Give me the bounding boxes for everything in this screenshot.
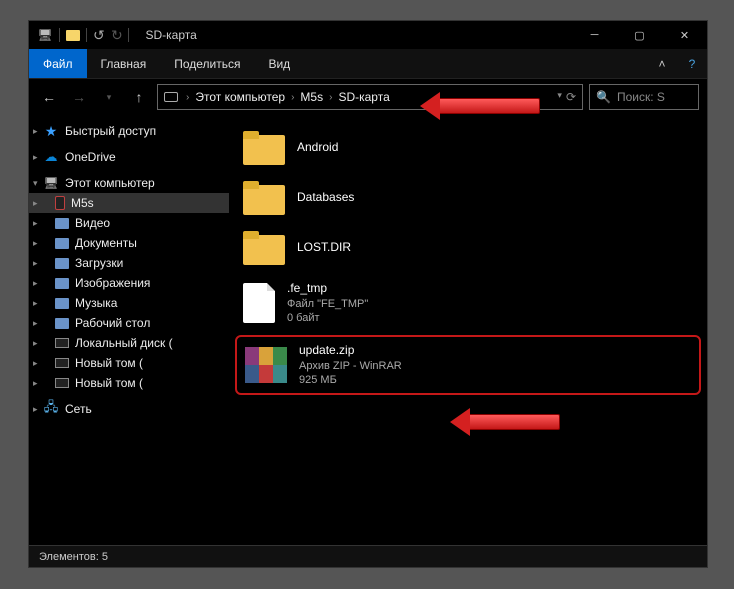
chevron-right-icon[interactable]: › <box>289 92 296 103</box>
nav-drive-c[interactable]: ▸ Локальный диск ( <box>29 333 229 353</box>
drive-icon <box>55 338 69 348</box>
folder-lostdir[interactable]: LOST.DIR <box>235 225 701 271</box>
nav-onedrive[interactable]: ▸ ☁ OneDrive <box>29 147 229 167</box>
network-icon: 🖧 <box>43 402 59 416</box>
chevron-right-icon[interactable]: ▸ <box>33 404 38 415</box>
chevron-right-icon[interactable]: ▸ <box>33 318 38 329</box>
titlebar: 🖥 ↺ ↺ SD-карта ─ ▢ ✕ <box>29 21 707 49</box>
nav-desktop[interactable]: ▸ Рабочий стол <box>29 313 229 333</box>
pc-icon <box>164 92 178 102</box>
nav-music[interactable]: ▸ Музыка <box>29 293 229 313</box>
chevron-right-icon[interactable]: ▸ <box>33 126 38 137</box>
file-update-zip[interactable]: update.zip Архив ZIP - WinRAR 925 МБ <box>235 335 701 395</box>
folder-icon <box>243 131 285 165</box>
folder-icon <box>243 181 285 215</box>
navigation-pane: ▸ ★ Быстрый доступ ▸ ☁ OneDrive ▾ 🖥 Этот… <box>29 115 229 545</box>
file-fetmp[interactable]: .fe_tmp Файл "FE_TMP" 0 байт <box>235 275 701 331</box>
maximize-button[interactable]: ▢ <box>617 21 662 49</box>
cloud-icon: ☁ <box>43 150 59 164</box>
forward-button[interactable]: → <box>67 85 91 109</box>
search-input[interactable]: 🔍 Поиск: S <box>589 84 699 110</box>
nav-pictures[interactable]: ▸ Изображения <box>29 273 229 293</box>
chevron-right-icon[interactable]: ▸ <box>33 238 38 249</box>
nav-quick-access[interactable]: ▸ ★ Быстрый доступ <box>29 121 229 141</box>
folder-databases[interactable]: Databases <box>235 175 701 221</box>
ribbon-collapse-icon[interactable]: ˄ <box>647 49 677 78</box>
phone-icon <box>55 196 65 210</box>
chevron-right-icon[interactable]: ▸ <box>33 218 38 229</box>
chevron-right-icon[interactable]: ▸ <box>33 198 38 209</box>
ribbon: Файл Главная Поделиться Вид ˄ ? <box>29 49 707 79</box>
annotation-arrow <box>450 408 560 436</box>
file-icon <box>243 283 275 323</box>
ribbon-share-tab[interactable]: Поделиться <box>160 49 254 78</box>
nav-device-m5s[interactable]: ▸ M5s <box>29 193 229 213</box>
folder-icon <box>55 318 69 329</box>
nav-downloads[interactable]: ▸ Загрузки <box>29 253 229 273</box>
status-bar: Элементов: 5 <box>29 545 707 567</box>
recent-dropdown-icon[interactable]: ▾ <box>97 85 121 109</box>
folder-icon <box>55 278 69 289</box>
chevron-right-icon[interactable]: ▸ <box>33 152 38 163</box>
nav-video[interactable]: ▸ Видео <box>29 213 229 233</box>
redo-icon[interactable]: ↺ <box>111 27 123 44</box>
minimize-button[interactable]: ─ <box>572 21 617 49</box>
status-count-label: Элементов: <box>39 551 99 563</box>
app-icon: 🖥 <box>37 28 53 42</box>
nav-documents[interactable]: ▸ Документы <box>29 233 229 253</box>
chevron-right-icon[interactable]: ▸ <box>33 258 38 269</box>
qat-folder-icon[interactable] <box>66 30 80 41</box>
dropdown-icon[interactable]: ▾ <box>557 90 562 104</box>
help-icon[interactable]: ? <box>677 49 707 78</box>
breadcrumb-pc[interactable]: Этот компьютер <box>193 90 287 104</box>
breadcrumb-device[interactable]: M5s <box>298 90 325 104</box>
chevron-right-icon[interactable]: › <box>184 92 191 103</box>
drive-icon <box>55 378 69 388</box>
up-button[interactable]: ↑ <box>127 85 151 109</box>
chevron-right-icon[interactable]: ▸ <box>33 358 38 369</box>
window-title: SD-карта <box>145 28 572 42</box>
pc-icon: 🖥 <box>43 176 59 190</box>
search-icon: 🔍 <box>596 90 611 104</box>
ribbon-home-tab[interactable]: Главная <box>87 49 161 78</box>
ribbon-view-tab[interactable]: Вид <box>254 49 304 78</box>
nav-network[interactable]: ▸ 🖧 Сеть <box>29 399 229 419</box>
drive-icon <box>55 358 69 368</box>
ribbon-file-tab[interactable]: Файл <box>29 49 87 78</box>
search-placeholder: Поиск: S <box>617 90 665 104</box>
undo-icon[interactable]: ↺ <box>93 27 105 44</box>
back-button[interactable]: ← <box>37 85 61 109</box>
star-icon: ★ <box>43 124 59 138</box>
winrar-icon <box>245 347 287 383</box>
chevron-right-icon[interactable]: ▸ <box>33 278 38 289</box>
folder-android[interactable]: Android <box>235 125 701 171</box>
breadcrumb-location[interactable]: SD-карта <box>336 90 391 104</box>
folder-icon <box>243 231 285 265</box>
nav-drive-new1[interactable]: ▸ Новый том ( <box>29 353 229 373</box>
chevron-right-icon[interactable]: ▸ <box>33 338 38 349</box>
folder-icon <box>55 298 69 309</box>
file-list: Android Databases LOST.DIR .fe_tmp Файл … <box>229 115 707 545</box>
nav-this-pc[interactable]: ▾ 🖥 Этот компьютер <box>29 173 229 193</box>
chevron-right-icon[interactable]: ▸ <box>33 378 38 389</box>
close-button[interactable]: ✕ <box>662 21 707 49</box>
chevron-down-icon[interactable]: ▾ <box>33 178 38 189</box>
folder-icon <box>55 218 69 229</box>
chevron-right-icon[interactable]: › <box>327 92 334 103</box>
folder-icon <box>55 258 69 269</box>
chevron-right-icon[interactable]: ▸ <box>33 298 38 309</box>
refresh-icon[interactable]: ⟳ <box>566 90 576 104</box>
nav-drive-new2[interactable]: ▸ Новый том ( <box>29 373 229 393</box>
status-count: 5 <box>102 551 108 563</box>
folder-icon <box>55 238 69 249</box>
annotation-arrow <box>420 92 540 120</box>
